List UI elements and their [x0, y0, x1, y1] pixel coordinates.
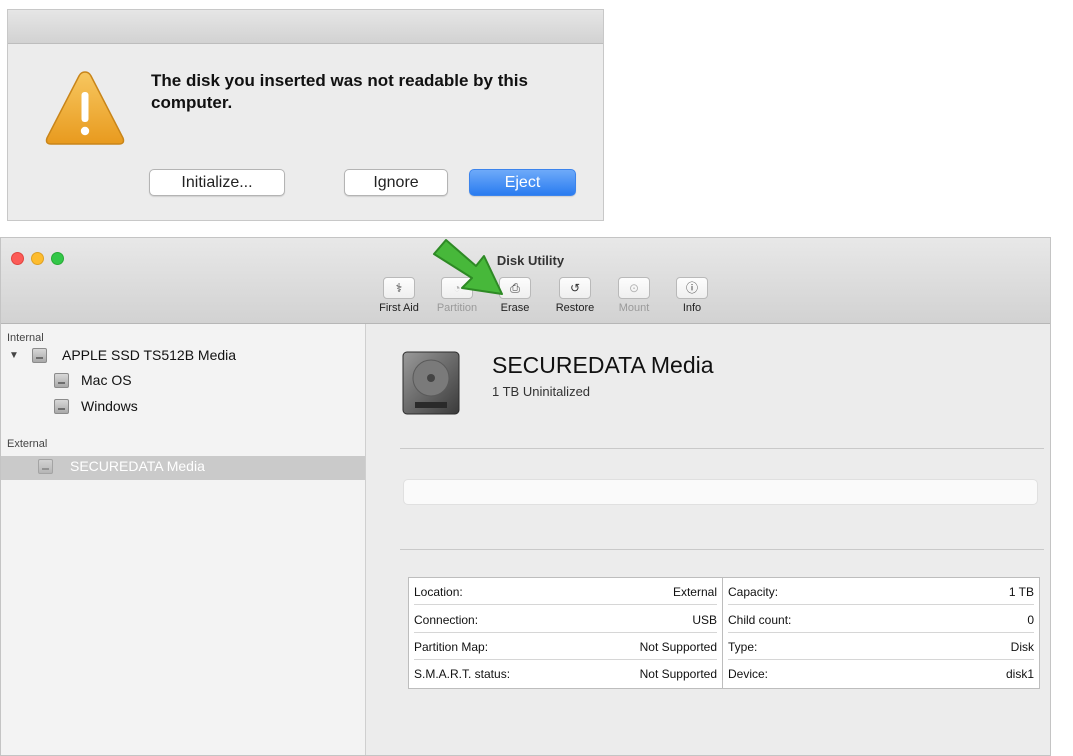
- info-key: Type:: [728, 640, 758, 654]
- stethoscope-icon: ⚕: [383, 277, 415, 299]
- info-key: Capacity:: [728, 585, 779, 599]
- info-icon: ⓘ: [676, 277, 708, 299]
- info-key: Connection:: [414, 613, 479, 627]
- info-key: Partition Map:: [414, 640, 489, 654]
- info-key: S.M.A.R.T. status:: [414, 667, 511, 681]
- media-title: SECUREDATA Media: [492, 352, 714, 378]
- eject-button[interactable]: Eject: [469, 169, 576, 196]
- alert-message: The disk you inserted was not readable b…: [151, 71, 528, 112]
- unreadable-disk-alert: The disk you inserted was not readable b…: [7, 9, 604, 221]
- info-table: Location: External Connection: USB Parti…: [408, 577, 1040, 689]
- warning-icon: [45, 71, 125, 145]
- mount-button[interactable]: ⊙ Mount: [606, 277, 662, 314]
- media-subtitle: 1 TB Uninitalized: [492, 384, 591, 399]
- info-row-child-count: Child count: 0: [728, 606, 1034, 633]
- sidebar-item-label: Windows: [81, 398, 138, 414]
- info-value: Not Supported: [639, 667, 717, 681]
- info-value: USB: [692, 613, 717, 627]
- first-aid-button[interactable]: ⚕ First Aid: [371, 277, 427, 314]
- initialize-button[interactable]: Initialize...: [149, 169, 285, 196]
- info-value: 1 TB: [1008, 585, 1034, 599]
- info-column-left: Location: External Connection: USB Parti…: [409, 578, 723, 688]
- info-row-smart-status: S.M.A.R.T. status: Not Supported: [414, 660, 717, 686]
- mount-icon: ⊙: [618, 277, 650, 299]
- sidebar-item-apple-ssd[interactable]: ▼ APPLE SSD TS512B Media: [1, 345, 365, 369]
- sidebar-item-label: SECUREDATA Media: [70, 458, 205, 474]
- volume-icon: [54, 399, 69, 414]
- mount-label: Mount: [618, 302, 650, 314]
- info-value: Disk: [1010, 640, 1034, 654]
- sidebar-item-mac-os[interactable]: Mac OS: [1, 370, 365, 394]
- external-section-label: External: [7, 438, 48, 450]
- disk-utility-window: Disk Utility ⚕ First Aid ◔ Partition ⎙ E…: [0, 237, 1051, 756]
- info-value: External: [672, 585, 717, 599]
- sidebar-item-label: APPLE SSD TS512B Media: [62, 347, 237, 363]
- usage-bar: [403, 479, 1038, 505]
- info-row-type: Type: Disk: [728, 633, 1034, 660]
- sidebar-item-label: Mac OS: [81, 372, 132, 388]
- info-button[interactable]: ⓘ Info: [664, 277, 720, 314]
- first-aid-label: First Aid: [379, 302, 419, 314]
- toolbar: Disk Utility ⚕ First Aid ◔ Partition ⎙ E…: [1, 238, 1050, 324]
- info-label: Info: [682, 302, 702, 314]
- disclosure-triangle-icon[interactable]: ▼: [9, 350, 19, 361]
- info-value: disk1: [1005, 667, 1034, 681]
- info-row-device: Device: disk1: [728, 660, 1034, 686]
- info-key: Child count:: [728, 613, 792, 627]
- internal-section-label: Internal: [7, 332, 44, 344]
- ignore-button[interactable]: Ignore: [344, 169, 448, 196]
- detail-pane: SECUREDATA Media 1 TB Uninitalized Locat…: [366, 324, 1050, 755]
- restore-button[interactable]: ↺ Restore: [547, 277, 603, 314]
- window-title: Disk Utility: [496, 253, 565, 268]
- sidebar: Internal ▼ APPLE SSD TS512B Media Mac OS…: [1, 324, 366, 755]
- info-row-location: Location: External: [414, 578, 717, 605]
- info-key: Device:: [728, 667, 769, 681]
- highlight-arrow-icon: [433, 239, 503, 295]
- info-row-connection: Connection: USB: [414, 606, 717, 633]
- info-key: Location:: [414, 585, 463, 599]
- info-row-partition-map: Partition Map: Not Supported: [414, 633, 717, 660]
- volume-icon: [54, 373, 69, 388]
- sidebar-item-securedata[interactable]: SECUREDATA Media: [1, 456, 365, 480]
- sidebar-item-windows[interactable]: Windows: [1, 396, 365, 420]
- divider: [400, 448, 1044, 449]
- info-value: 0: [1027, 613, 1034, 627]
- restore-label: Restore: [555, 302, 595, 314]
- info-column-right: Capacity: 1 TB Child count: 0 Type: Disk…: [723, 578, 1039, 688]
- divider: [400, 549, 1044, 550]
- internal-disk-icon: [32, 348, 47, 363]
- info-row-capacity: Capacity: 1 TB: [728, 578, 1034, 605]
- restore-icon: ↺: [559, 277, 591, 299]
- external-disk-icon: [38, 459, 53, 474]
- info-value: Not Supported: [639, 640, 717, 654]
- alert-titlebar[interactable]: [8, 10, 603, 44]
- hard-drive-icon: [402, 351, 460, 415]
